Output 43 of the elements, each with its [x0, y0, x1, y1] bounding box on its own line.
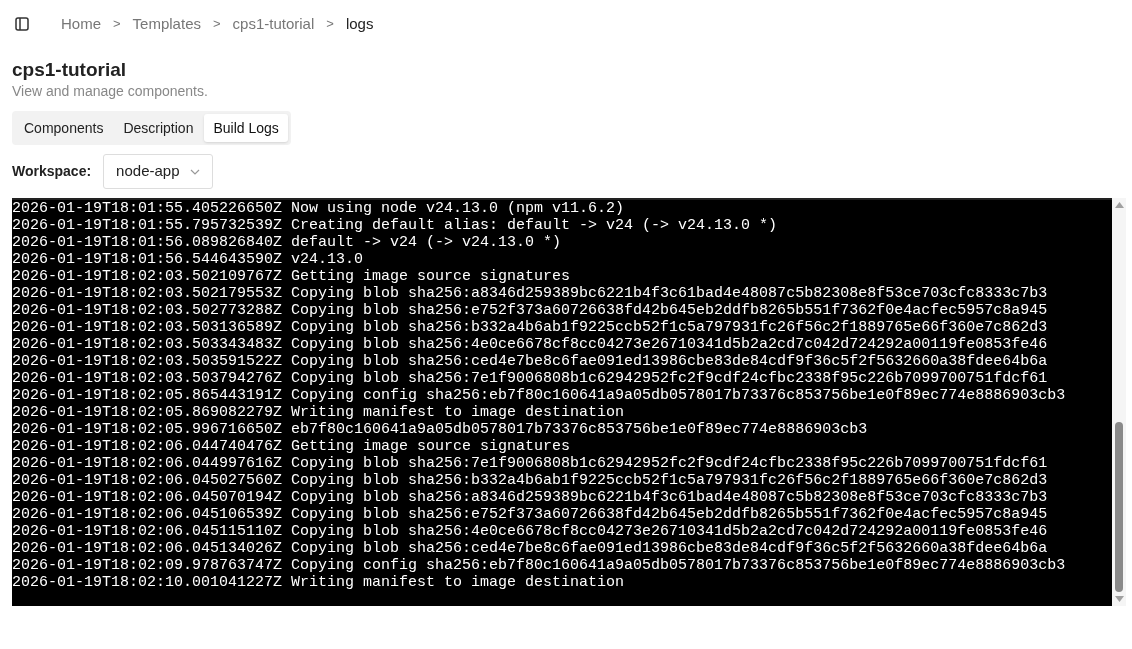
log-line: 2026-01-19T18:02:03.503591522Z Copying blob sha256:ced4e7be8c6fae091ed13986cbe83de84cdf9f36c5f2f5632660a38fdee64b6a — [12, 353, 1048, 370]
log-line: 2026-01-19T18:01:56.544643590Z v24.13.0 — [12, 251, 364, 268]
log-line: 2026-01-19T18:02:05.865443191Z Copying config sha256:eb7f80c160641a9a05db0578017b73376c853756be1e0f89ec774e8886903cb3 — [12, 387, 1066, 404]
log-line: 2026-01-19T18:02:03.502109767Z Getting image source signatures — [12, 268, 571, 285]
workspace-select[interactable]: node-app — [103, 154, 213, 189]
scroll-up-icon[interactable] — [1114, 202, 1124, 208]
log-line: 2026-01-19T18:02:03.503794276Z Copying blob sha256:7e1f9006808b1c62942952fc2f9cdf24cfbc2338f95c226b7099700751fdcf61 — [12, 370, 1048, 387]
log-line: 2026-01-19T18:02:09.978763747Z Copying config sha256:eb7f80c160641a9a05db0578017b73376c853756be1e0f89ec774e8886903cb3 — [12, 557, 1066, 574]
scroll-down-icon[interactable] — [1114, 596, 1124, 602]
log-line: 2026-01-19T18:02:06.045134026Z Copying blob sha256:ced4e7be8c6fae091ed13986cbe83de84cdf9f36c5f2f5632660a38fdee64b6a — [12, 540, 1048, 557]
log-line: 2026-01-19T18:02:06.045027560Z Copying blob sha256:b332a4b6ab1f9225ccb52f1c5a797931fc26f56c2f1889765e66f360e7c862d3 — [12, 472, 1048, 489]
breadcrumb-item[interactable]: cps1-tutorial — [232, 12, 315, 36]
log-line: 2026-01-19T18:02:06.045115110Z Copying blob sha256:4e0ce6678cf8cc04273e26710341d5b2a2cd7c042d724292a00119fe0853fe46 — [12, 523, 1048, 540]
chevron-down-icon — [189, 168, 200, 175]
page-title: cps1-tutorial — [12, 58, 128, 82]
log-line: 2026-01-19T18:02:03.502179553Z Copying blob sha256:a8346d259389bc6221b4f3c61bad4e48087c5b82308e8f53ce703cfc8333c7b3 — [12, 285, 1048, 302]
breadcrumb-item: logs — [345, 13, 374, 34]
log-line: 2026-01-19T18:02:06.044740476Z Getting image source signatures — [12, 438, 571, 455]
log-line: 2026-01-19T18:02:10.001041227Z Writing manifest to image destination — [12, 574, 625, 591]
scrollbar[interactable] — [1112, 198, 1126, 606]
tab[interactable]: Build Logs — [204, 114, 288, 142]
scrollbar-thumb[interactable] — [1115, 422, 1123, 592]
log-line: 2026-01-19T18:02:05.869082279Z Writing manifest to image destination — [12, 404, 625, 421]
log-line: 2026-01-19T18:01:55.405226650Z Now using node v24.13.0 (npm v11.6.2) — [12, 200, 625, 217]
tab[interactable]: Components — [15, 114, 113, 142]
tab[interactable]: Description — [114, 114, 203, 142]
breadcrumb-item[interactable]: Templates — [132, 12, 201, 36]
log-line: 2026-01-19T18:02:03.502773288Z Copying blob sha256:e752f373a60726638fd42b645eb2ddfb8265b551f7362f0e4acfec5957c8a945 — [12, 302, 1048, 319]
sidebar-toggle-icon[interactable] — [15, 17, 29, 31]
log-line: 2026-01-19T18:01:56.089826840Z default -> v24 (-> v24.13.0 *) — [12, 234, 562, 251]
log-line: 2026-01-19T18:02:06.045070194Z Copying blob sha256:a8346d259389bc6221b4f3c61bad4e48087c5b82308e8f53ce703cfc8333c7b3 — [12, 489, 1048, 506]
log-line: 2026-01-19T18:02:05.996716650Z eb7f80c160641a9a05db0578017b73376c853756be1e0f89ec774e8886903cb3 — [12, 421, 868, 438]
breadcrumb-item[interactable]: Home — [61, 12, 101, 36]
breadcrumb-separator: > — [326, 15, 334, 34]
breadcrumb-separator: > — [113, 15, 121, 34]
breadcrumb-separator: > — [213, 15, 221, 34]
log-line: 2026-01-19T18:02:03.503343483Z Copying blob sha256:4e0ce6678cf8cc04273e26710341d5b2a2cd7c042d724292a00119fe0853fe46 — [12, 336, 1048, 353]
page-subtitle: View and manage components. — [12, 82, 209, 100]
log-line: 2026-01-19T18:02:06.045106539Z Copying blob sha256:e752f373a60726638fd42b645eb2ddfb8265b551f7362f0e4acfec5957c8a945 — [12, 506, 1048, 523]
workspace-label: Workspace: — [12, 162, 92, 181]
log-line: 2026-01-19T18:02:03.503136589Z Copying blob sha256:b332a4b6ab1f9225ccb52f1c5a797931fc26f56c2f1889765e66f360e7c862d3 — [12, 319, 1048, 336]
log-line: 2026-01-19T18:02:06.044997616Z Copying blob sha256:7e1f9006808b1c62942952fc2f9cdf24cfbc2338f95c226b7099700751fdcf61 — [12, 455, 1048, 472]
log-line: 2026-01-19T18:01:55.795732539Z Creating default alias: default -> v24 (-> v24.13.0 *) — [12, 217, 778, 234]
